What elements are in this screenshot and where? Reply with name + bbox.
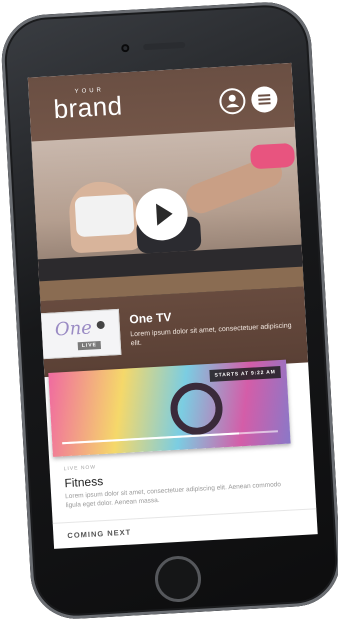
live-now-thumbnail[interactable]: STARTS AT 9:22 AM: [48, 359, 291, 457]
video-scene-top: [74, 193, 135, 238]
channel-logo-dot: [96, 320, 105, 330]
channel-info[interactable]: One LIVE One TV Lorem ipsum dolor sit am…: [38, 291, 308, 368]
live-badge: LIVE: [77, 340, 102, 351]
coming-next-label[interactable]: COMING NEXT: [67, 528, 131, 541]
user-icon: [226, 94, 240, 108]
thumbnail-bike-wheel: [169, 381, 224, 437]
channel-logo: One LIVE: [38, 308, 122, 360]
program-title[interactable]: Fitness: [64, 474, 103, 490]
phone-mockup: YOUR brand One LIVE One TV Lorem ipsum d…: [0, 0, 338, 622]
channel-description: Lorem ipsum dolor sit amet, consectetuer…: [130, 322, 292, 348]
hero-video[interactable]: [31, 126, 304, 302]
live-now-label: LIVE NOW: [63, 464, 97, 473]
brand-logo-big: brand: [52, 90, 124, 125]
divider: [52, 508, 317, 524]
progress-bar[interactable]: [62, 430, 278, 445]
hamburger-menu-icon-line: [258, 102, 271, 105]
menu-button[interactable]: [250, 85, 279, 114]
profile-button[interactable]: [218, 87, 247, 115]
video-scene-shoe: [249, 142, 296, 170]
channel-title: One TV: [129, 309, 172, 327]
hamburger-menu-icon: [258, 94, 271, 97]
start-time-badge: STARTS AT 9:22 AM: [209, 365, 281, 382]
hero-section: YOUR brand One LIVE One TV Lorem ipsum d…: [27, 62, 309, 378]
phone-screen: YOUR brand One LIVE One TV Lorem ipsum d…: [27, 62, 318, 549]
hamburger-menu-icon-line: [258, 98, 271, 101]
channel-logo-text: One: [54, 317, 93, 341]
progress-bar-fill: [62, 432, 240, 445]
